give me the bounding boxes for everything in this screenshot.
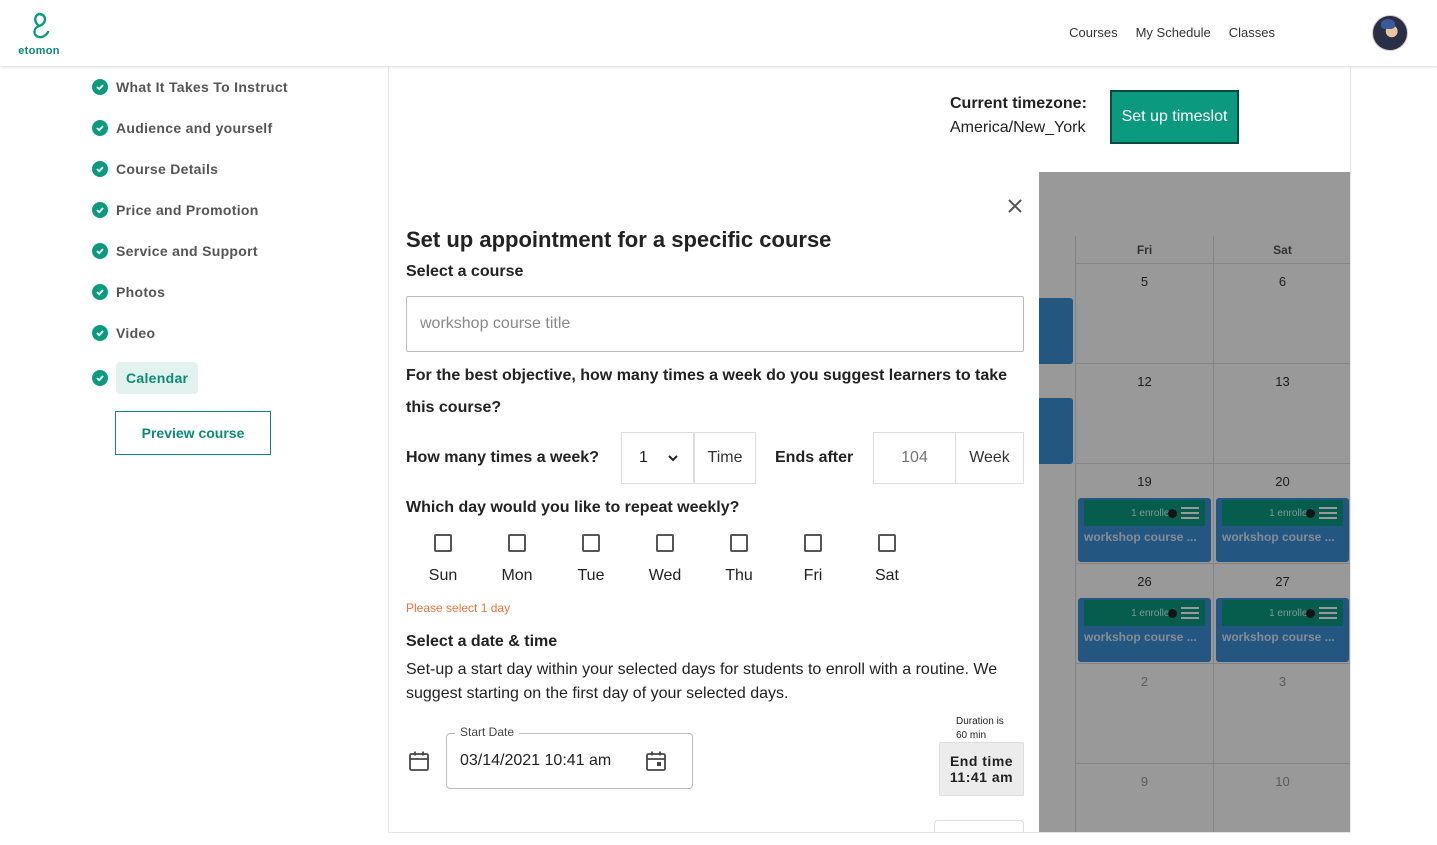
check-icon — [92, 325, 108, 341]
step-price-promotion[interactable]: Price and Promotion — [92, 202, 259, 218]
modal-backdrop[interactable] — [1039, 172, 1350, 832]
checkbox[interactable] — [582, 534, 600, 552]
start-date-value[interactable]: 03/14/2021 10:41 am — [460, 752, 611, 770]
logo-text: etomon — [18, 45, 60, 57]
repeat-day-question: Which day would you like to repeat weekl… — [406, 499, 740, 516]
step-label: Video — [116, 325, 156, 341]
user-avatar[interactable] — [1372, 15, 1408, 51]
nav-my-schedule[interactable]: My Schedule — [1136, 25, 1211, 40]
top-header: etomon Courses My Schedule Classes — [0, 0, 1437, 66]
start-date-field[interactable]: Start Date 03/14/2021 10:41 am — [446, 725, 693, 789]
checkbox[interactable] — [878, 534, 896, 552]
datetime-title: Select a date & time — [406, 633, 558, 650]
times-per-week-select[interactable]: 1 — [621, 432, 694, 484]
times-unit: Time — [694, 432, 756, 484]
step-video[interactable]: Video — [92, 325, 155, 341]
end-time-display: End time 11:41 am — [939, 742, 1024, 796]
step-photos[interactable]: Photos — [92, 284, 165, 300]
step-calendar[interactable]: Calendar — [92, 362, 199, 394]
select-course-label: Select a course — [406, 263, 524, 280]
step-service-support[interactable]: Service and Support — [92, 243, 258, 259]
main-panel: Current timezone: America/New_York Set u… — [388, 66, 1351, 833]
chevron-down-icon — [668, 455, 678, 462]
logo-mark-icon — [33, 12, 50, 39]
datetime-description: Set-up a start day within your selected … — [406, 661, 998, 702]
check-icon — [92, 79, 108, 95]
times-value: 1 — [639, 449, 648, 466]
step-audience[interactable]: Audience and yourself — [92, 120, 272, 136]
checkbox[interactable] — [730, 534, 748, 552]
step-label: Price and Promotion — [116, 202, 259, 218]
step-label: Audience and yourself — [116, 120, 273, 136]
appointment-modal: Set up appointment for a specific course… — [389, 172, 1039, 832]
day-option-wed[interactable]: Wed — [635, 534, 695, 585]
set-up-timeslot-button[interactable]: Set up timeslot — [1110, 90, 1239, 144]
day-warning: Please select 1 day — [406, 601, 511, 615]
timezone-label: Current timezone: — [950, 95, 1087, 112]
nav-courses[interactable]: Courses — [1069, 25, 1117, 40]
date-picker-icon[interactable] — [645, 750, 667, 772]
times-per-week-row: How many times a week? — [406, 432, 599, 484]
timezone-value: America/New_York — [950, 119, 1086, 136]
ends-unit: Week — [955, 432, 1024, 484]
etomon-logo[interactable]: etomon — [17, 10, 61, 57]
check-icon — [92, 370, 108, 386]
step-what-it-takes[interactable]: What It Takes To Instruct — [92, 79, 288, 95]
course-steps-sidebar: What It Takes To Instruct Audience and y… — [0, 66, 388, 845]
check-icon — [92, 120, 108, 136]
day-option-tue[interactable]: Tue — [561, 534, 621, 585]
check-icon — [92, 161, 108, 177]
step-label: Course Details — [116, 161, 219, 177]
ends-after-input[interactable] — [873, 432, 956, 484]
step-label: What It Takes To Instruct — [116, 79, 288, 95]
step-label: Calendar — [116, 362, 199, 394]
step-label: Photos — [116, 284, 166, 300]
day-option-sat[interactable]: Sat — [857, 534, 917, 585]
check-icon — [92, 202, 108, 218]
preview-course-button[interactable]: Preview course — [115, 411, 271, 455]
day-option-sun[interactable]: Sun — [413, 534, 473, 585]
frequency-question: For the best objective, how many times a… — [406, 367, 1008, 416]
day-option-thu[interactable]: Thu — [709, 534, 769, 585]
timezone-info: Current timezone: America/New_York — [950, 92, 1087, 140]
top-nav: Courses My Schedule Classes — [1069, 25, 1275, 40]
duration-info: Duration is 60 min — [956, 716, 1004, 741]
day-option-fri[interactable]: Fri — [783, 534, 843, 585]
checkbox[interactable] — [804, 534, 822, 552]
modal-title: Set up appointment for a specific course — [406, 227, 832, 252]
check-icon — [92, 243, 108, 259]
nav-classes[interactable]: Classes — [1229, 25, 1275, 40]
course-title-input[interactable] — [406, 296, 1024, 352]
check-icon — [92, 284, 108, 300]
step-label: Service and Support — [116, 243, 258, 259]
checkbox[interactable] — [508, 534, 526, 552]
close-icon[interactable] — [1005, 196, 1025, 216]
checkbox[interactable] — [656, 534, 674, 552]
step-course-details[interactable]: Course Details — [92, 161, 218, 177]
modal-action-button[interactable] — [934, 820, 1024, 832]
ends-after-label: Ends after — [775, 449, 854, 466]
checkbox[interactable] — [434, 534, 452, 552]
times-per-week-label: How many times a week? — [406, 449, 599, 466]
calendar-icon — [409, 751, 429, 771]
day-option-mon[interactable]: Mon — [487, 534, 547, 585]
start-date-label: Start Date — [455, 725, 520, 739]
